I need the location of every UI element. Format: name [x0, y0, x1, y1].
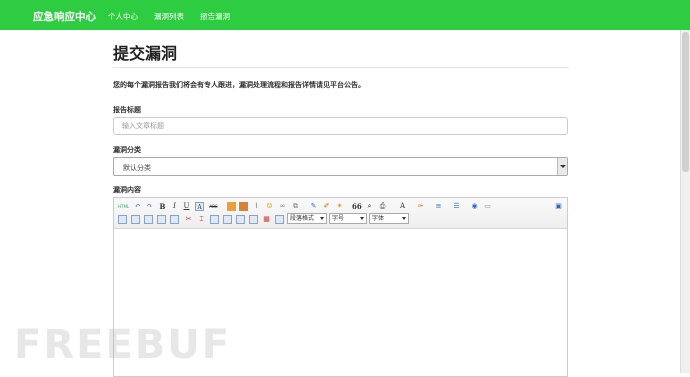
redo-icon[interactable]: ↷ [145, 202, 154, 211]
content-label: 漏洞内容 [113, 186, 141, 194]
scrollbar-thumb[interactable] [682, 32, 689, 172]
freebuf-watermark: FREEBUF [14, 322, 232, 368]
category-selected-value: 默认分类 [123, 164, 151, 172]
strikethrough-button[interactable]: ABC [208, 202, 219, 211]
link-icon[interactable]: ∞ [278, 202, 287, 211]
print-icon[interactable]: ⎙ [378, 202, 387, 211]
find-icon[interactable]: ⌕ [365, 202, 374, 211]
justify-icon[interactable] [249, 215, 258, 224]
font-size-dropdown[interactable]: 字号 [329, 213, 367, 224]
format-brush-icon[interactable]: ✐ [322, 202, 331, 211]
title-divider [113, 67, 569, 68]
unlink-icon[interactable]: ⧉ [291, 202, 300, 211]
new-document-icon[interactable]: ▭ [483, 202, 492, 211]
bold-button[interactable]: B [158, 202, 167, 211]
insert-row-icon[interactable] [131, 215, 140, 224]
category-label: 漏洞分类 [113, 146, 141, 154]
ordered-list-icon[interactable]: ≡ [434, 202, 443, 211]
multi-image-icon[interactable] [239, 202, 248, 211]
italic-button[interactable]: I [170, 202, 179, 211]
nav-link-report-vuln[interactable]: 报告漏洞 [200, 11, 230, 22]
table-icon[interactable] [118, 215, 127, 224]
html-source-button[interactable]: HTML [118, 202, 129, 211]
notice-text: 您的每个漏洞报告我们将会有专人跟进，漏洞处理流程和报告详情请见平台公告。 [113, 81, 365, 89]
align-center-icon[interactable] [223, 215, 232, 224]
nav-link-vuln-list[interactable]: 漏洞列表 [154, 11, 184, 22]
brand-title[interactable]: 应急响应中心 [33, 9, 96, 24]
nav-link-profile[interactable]: 个人中心 [108, 11, 138, 22]
page-scrollbar[interactable] [680, 30, 690, 373]
emoticon-icon[interactable]: ☺ [265, 202, 274, 211]
fullscreen-icon[interactable]: ▣ [554, 202, 563, 211]
preview-icon[interactable]: ◉ [470, 202, 479, 211]
report-title-label: 报告标题 [113, 106, 141, 114]
insert-column-icon[interactable] [144, 215, 153, 224]
underline-button[interactable]: U [182, 202, 191, 211]
merge-cells-icon[interactable] [157, 215, 166, 224]
page-title: 提交漏洞 [113, 44, 178, 63]
cut-icon[interactable]: ✂ [184, 215, 193, 224]
category-select[interactable]: 默认分类 [113, 157, 568, 176]
align-left-icon[interactable] [210, 215, 219, 224]
unordered-list-icon[interactable]: ☰ [452, 202, 461, 211]
blockquote-button[interactable]: 66 [352, 202, 362, 211]
font-family-dropdown[interactable]: 字体 [369, 213, 409, 224]
report-title-input[interactable] [113, 117, 568, 135]
code-block-icon[interactable] [275, 215, 284, 224]
magic-format-icon[interactable]: ✶ [335, 202, 344, 211]
font-border-button[interactable]: A [195, 202, 204, 211]
image-icon[interactable] [227, 202, 236, 211]
chevron-down-icon[interactable] [557, 158, 567, 175]
align-right-icon[interactable] [236, 215, 245, 224]
delete-table-icon[interactable]: ⌶ [197, 215, 206, 224]
paragraph-format-dropdown[interactable]: 段落格式 [287, 213, 327, 224]
eraser-icon[interactable]: ✎ [309, 202, 318, 211]
special-chars-icon[interactable]: ▦ [262, 215, 271, 224]
undo-icon[interactable]: ↶ [133, 202, 142, 211]
editor-toolbar: HTML ↶ ↷ B I U A ABC ⌇ ☺ ∞ ⧉ ✎ ✐ ✶ 66 ⌕ … [114, 198, 567, 229]
highlight-icon[interactable]: ✑ [416, 202, 425, 211]
font-color-button[interactable]: A [398, 202, 407, 211]
attachment-icon[interactable]: ⌇ [252, 202, 261, 211]
split-cells-icon[interactable] [170, 215, 179, 224]
top-navbar: 应急响应中心 个人中心 漏洞列表 报告漏洞 [0, 0, 690, 30]
